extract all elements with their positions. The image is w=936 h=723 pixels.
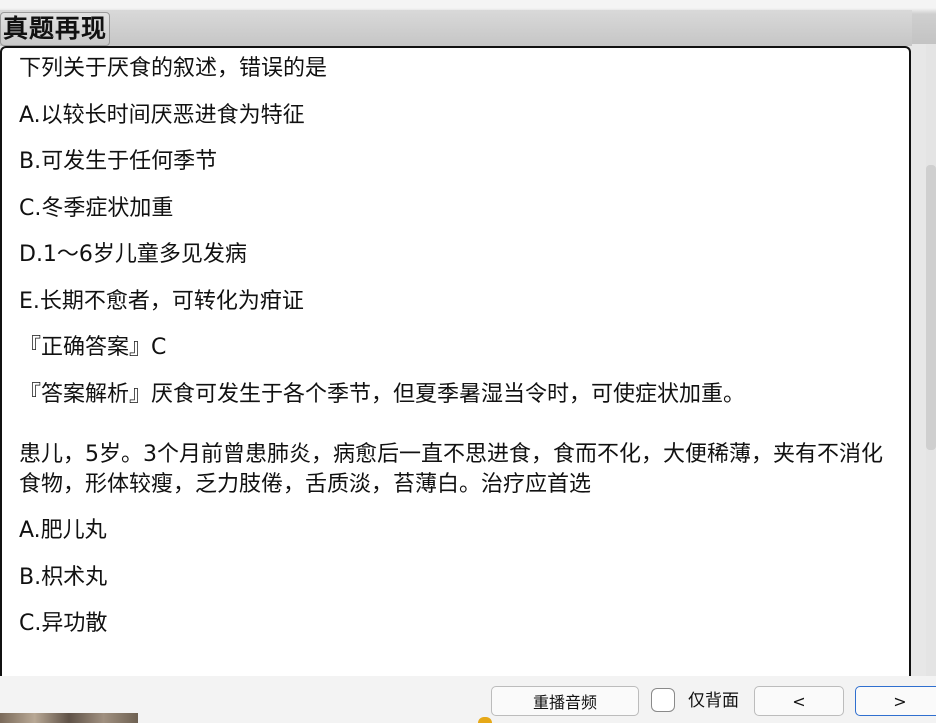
question-2-option-b: B.枳术丸 xyxy=(19,564,108,590)
question-2-stem: 患儿，5岁。3个月前曾患肺炎，病愈后一直不思进食，食而不化，大便稀薄，夹有不消化… xyxy=(19,441,883,497)
question-1-option-e: E.长期不愈者，可转化为疳证 xyxy=(19,288,304,314)
question-1-analysis: 『答案解析』厌食可发生于各个季节，但夏季暑湿当令时，可使症状加重。 xyxy=(19,381,746,407)
next-card-button[interactable]: > xyxy=(855,686,936,716)
question-1-option-b: B.可发生于任何季节 xyxy=(19,149,218,174)
section-header xyxy=(0,10,912,46)
question-2-option-c: C.异功散 xyxy=(19,611,108,636)
card-content: 下列关于厌食的叙述，错误的是 A.以较长时间厌恶进食为特征 B.可发生于任何季节… xyxy=(0,46,911,708)
question-1-option-a: A.以较长时间厌恶进食为特征 xyxy=(19,102,305,128)
question-1-answer: 『正确答案』C xyxy=(19,335,167,360)
back-only-label: 仅背面 xyxy=(688,691,739,711)
question-1-stem: 下列关于厌食的叙述，错误的是 xyxy=(19,56,328,81)
replay-audio-button[interactable]: 重播音频 xyxy=(491,686,639,716)
section-title: 真题再现 xyxy=(0,12,111,46)
partial-folder-icon xyxy=(478,717,492,723)
question-1-option-d: D.1～6岁儿童多见发病 xyxy=(19,242,247,267)
scrollbar-thumb[interactable] xyxy=(926,165,936,450)
question-1-option-c: C.冬季症状加重 xyxy=(19,195,174,221)
question-2-option-a: A.肥儿丸 xyxy=(19,518,107,543)
card-content-inner: 下列关于厌食的叙述，错误的是 A.以较长时间厌恶进食为特征 B.可发生于任何季节… xyxy=(2,48,909,639)
back-only-checkbox[interactable] xyxy=(651,688,675,712)
background-photo-strip xyxy=(0,713,138,723)
previous-card-button[interactable]: < xyxy=(754,686,844,716)
